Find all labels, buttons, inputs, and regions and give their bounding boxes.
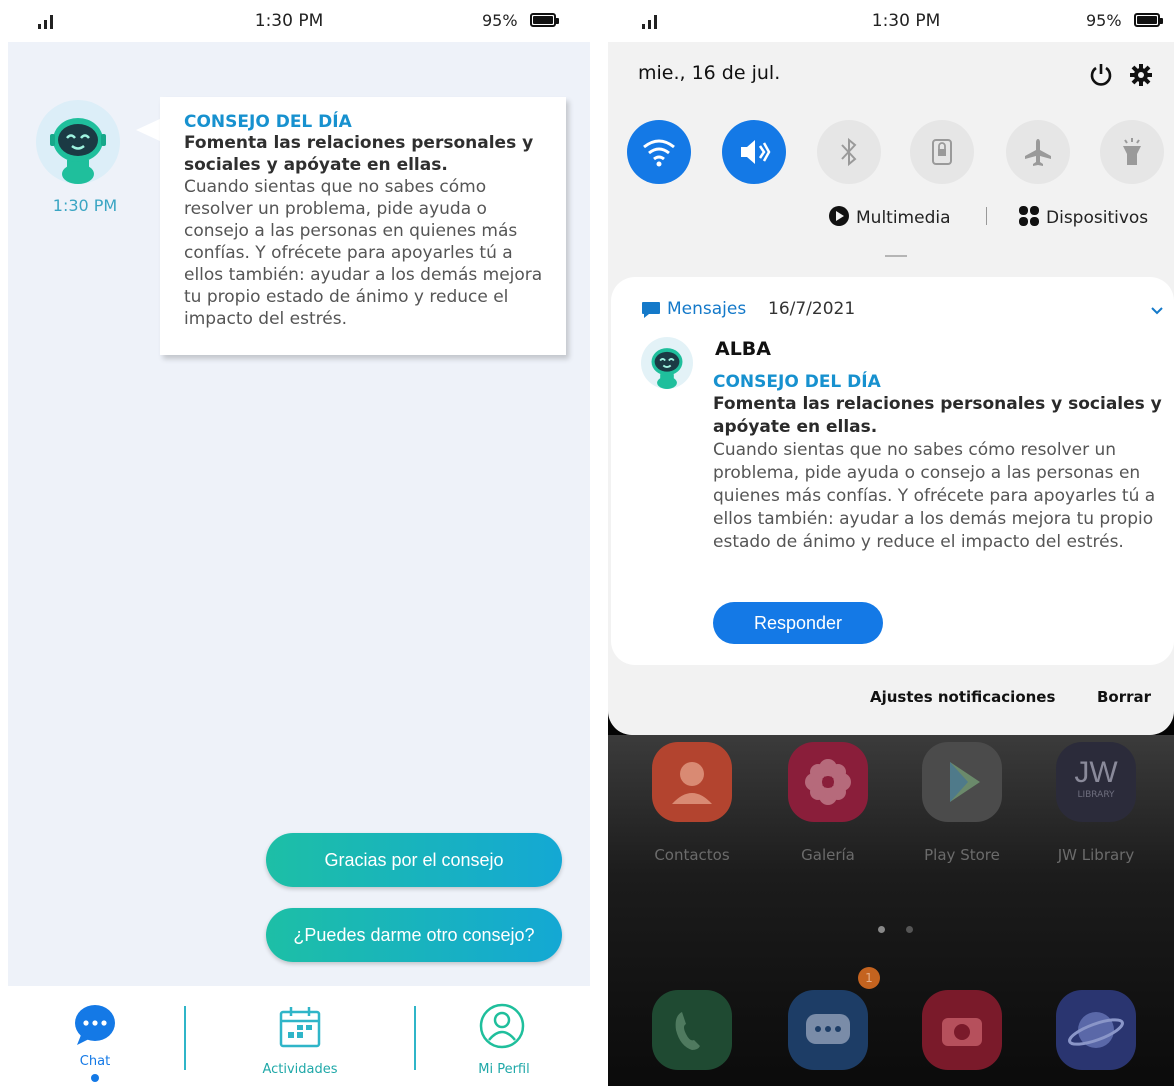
clear-notifications-link[interactable]: Borrar: [1097, 688, 1151, 706]
nav-actividades[interactable]: Actividades: [210, 986, 390, 1086]
app-label: JW Library: [1057, 846, 1135, 864]
app-label: Contactos: [654, 846, 730, 864]
person-icon: [672, 762, 712, 804]
bot-avatar: [36, 100, 120, 184]
calendar-icon: [279, 1007, 321, 1048]
chevron-down-icon[interactable]: [1151, 307, 1163, 315]
chat-icon: [75, 1005, 115, 1045]
nav-divider: [414, 1006, 416, 1070]
message-body: Cuando sientas que no sabes cómo resolve…: [184, 177, 543, 329]
chat-app-screen: 1:30 PM 95% 1:30 PM CONSEJO DEL DÍA Fome…: [0, 0, 598, 1086]
app-label: Play Store: [924, 846, 1000, 864]
notification-body: Cuando sientas que no sabes cómo resolve…: [713, 440, 1156, 552]
message-icon: [806, 1014, 850, 1044]
battery-icon: [1134, 13, 1163, 27]
sound-toggle[interactable]: [722, 120, 786, 184]
flashlight-toggle[interactable]: [1100, 120, 1164, 184]
notification-card[interactable]: Mensajes 16/7/2021 ALBA CONSEJO DEL DÍA: [611, 277, 1174, 665]
notification-screen: Contactos Galería Play Store JW LIBRARY …: [608, 0, 1174, 1086]
devices-label: Dispositivos: [1046, 208, 1149, 228]
bubble-tail: [136, 118, 162, 142]
notification-date: 16/7/2021: [768, 299, 856, 319]
gear-icon[interactable]: [1128, 62, 1154, 88]
message-time: 1:30 PM: [52, 196, 118, 215]
battery-percent: 95%: [482, 11, 518, 30]
flower-icon: [805, 759, 851, 805]
nav-actividades-label: Actividades: [262, 1062, 338, 1077]
messages-app-icon[interactable]: [788, 990, 868, 1070]
nav-perfil-label: Mi Perfil: [478, 1062, 530, 1077]
robot-icon: [651, 348, 683, 389]
airplane-toggle[interactable]: [1006, 120, 1070, 184]
notification-heading: CONSEJO DEL DÍA: [713, 372, 881, 392]
power-icon[interactable]: [1088, 62, 1114, 88]
camera-app-icon[interactable]: [922, 990, 1002, 1070]
notification-content: CONSEJO DEL DÍA Fomenta las relaciones p…: [713, 372, 1169, 554]
profile-icon: [479, 1003, 525, 1049]
status-time: 1:30 PM: [254, 11, 324, 31]
devices-button[interactable]: Dispositivos: [1018, 205, 1148, 228]
jwlibrary-app-icon[interactable]: JW LIBRARY: [1056, 742, 1136, 822]
bottom-nav: Chat Actividades Mi Perfil: [0, 986, 598, 1086]
camera-icon: [942, 1018, 982, 1046]
bluetooth-toggle[interactable]: [817, 120, 881, 184]
playstore-app-icon[interactable]: [922, 742, 1002, 822]
notification-settings-link[interactable]: Ajustes notificaciones: [870, 688, 1055, 706]
internet-app-icon[interactable]: [1056, 990, 1136, 1070]
page-indicator: [878, 926, 885, 933]
status-bar: 1:30 PM 95%: [608, 0, 1174, 42]
message-title: Fomenta las relaciones personales y soci…: [184, 133, 534, 175]
signal-icon: [38, 15, 53, 29]
planet-icon: [1068, 1012, 1124, 1048]
portrait-lock-icon: [932, 139, 952, 165]
nav-divider: [184, 1006, 186, 1070]
bot-message-bubble: CONSEJO DEL DÍA Fomenta las relaciones p…: [160, 97, 566, 355]
devices-icon: [1019, 206, 1039, 226]
rotation-toggle[interactable]: [910, 120, 974, 184]
nav-chat-label: Chat: [79, 1054, 111, 1069]
gallery-app-icon[interactable]: [788, 742, 868, 822]
notification-badge: 1: [858, 967, 880, 989]
media-divider: [986, 207, 987, 225]
app-label: Galería: [801, 846, 855, 864]
reply-button[interactable]: Responder: [713, 602, 883, 644]
mute-icon: [741, 140, 771, 164]
bluetooth-icon: [841, 137, 857, 167]
status-bar: 1:30 PM 95%: [0, 0, 598, 42]
quick-reply-another[interactable]: ¿Puedes darme otro consejo?: [266, 908, 562, 962]
jw-logo-subtext: LIBRARY: [1077, 790, 1115, 800]
multimedia-label: Multimedia: [856, 208, 951, 228]
wifi-toggle[interactable]: [627, 120, 691, 184]
active-indicator: [91, 1074, 99, 1082]
jw-logo-text: JW: [1074, 756, 1118, 789]
multimedia-button[interactable]: Multimedia: [828, 205, 951, 228]
notification-app-name: Mensajes: [667, 299, 747, 319]
notification-title: Fomenta las relaciones personales y soci…: [713, 394, 1162, 437]
sender-avatar: [641, 337, 693, 389]
play-triangle-icon: [950, 762, 980, 802]
quick-reply-thanks[interactable]: Gracias por el consejo: [266, 833, 562, 887]
wifi-icon: [643, 139, 675, 167]
messages-app-icon: [642, 302, 660, 318]
page-indicator: [906, 926, 913, 933]
battery-icon: [530, 13, 559, 27]
play-icon: [829, 206, 849, 226]
message-heading: CONSEJO DEL DÍA: [184, 112, 352, 132]
panel-date: mie., 16 de jul.: [638, 62, 781, 84]
nav-chat[interactable]: Chat: [5, 986, 185, 1086]
phone-app-icon[interactable]: [652, 990, 732, 1070]
notification-panel: mie., 16 de jul. Multimedia Dispositivos…: [608, 42, 1174, 735]
notification-sender: ALBA: [715, 338, 771, 360]
status-time: 1:30 PM: [871, 11, 941, 31]
airplane-icon: [1025, 139, 1051, 166]
panel-drag-handle[interactable]: [885, 255, 907, 257]
battery-percent: 95%: [1086, 11, 1122, 30]
phone-icon: [675, 1012, 700, 1050]
robot-icon: [50, 118, 106, 184]
flashlight-icon: [1123, 138, 1141, 165]
signal-icon: [642, 15, 657, 29]
nav-perfil[interactable]: Mi Perfil: [418, 986, 598, 1086]
contacts-app-icon[interactable]: [652, 742, 732, 822]
